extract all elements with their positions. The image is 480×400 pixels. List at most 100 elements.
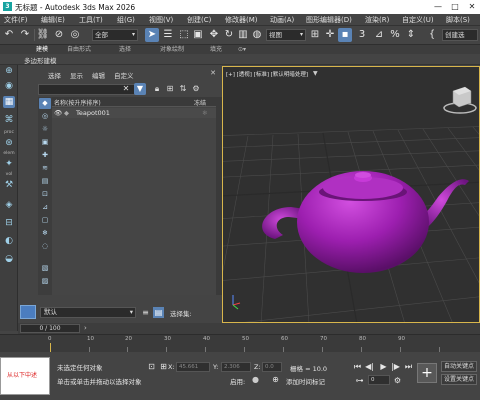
tab-modeling[interactable]: 建模 [36, 45, 48, 54]
display-helpers-icon[interactable]: ✚ [39, 150, 51, 161]
explorer-menu-display[interactable]: 显示 [70, 70, 83, 80]
isolate-selection-icon[interactable]: ⊡ [146, 361, 157, 372]
keyboard-shortcut-override-icon[interactable]: ▪ [338, 28, 352, 42]
go-to-end-icon[interactable]: ⏭ [403, 361, 414, 372]
menu-tools[interactable]: 工具(T) [79, 15, 103, 25]
minimize-button[interactable]: — [432, 1, 444, 12]
edit-named-selection-icon[interactable]: { [425, 28, 439, 42]
menu-modifiers[interactable]: 修改器(M) [225, 15, 258, 25]
explorer-list-area[interactable] [52, 118, 216, 295]
frozen-toggle-icon[interactable]: ❄ [202, 109, 207, 117]
polygon-modeling-label[interactable]: 多边形建模 [24, 55, 57, 65]
window-crossing-icon[interactable]: ▣ [191, 28, 205, 42]
undo-icon[interactable]: ↶ [2, 28, 16, 42]
current-frame-marker[interactable] [50, 343, 51, 352]
add-key-button[interactable]: + [417, 363, 437, 383]
scene-explorer-icon[interactable]: ▦ [3, 96, 15, 108]
display-groups-icon[interactable]: ▤ [39, 176, 51, 187]
tool-b-icon[interactable]: ⊟ [3, 217, 15, 229]
redo-icon[interactable]: ↷ [18, 28, 32, 42]
select-by-name-icon[interactable]: ☰ [161, 28, 175, 42]
display-all-icon[interactable]: ▧ [39, 263, 51, 274]
display-hidden-icon[interactable]: ◌ [39, 241, 51, 252]
utilities-icon[interactable]: ⚒ [3, 179, 15, 191]
table-row[interactable]: 👁︎ ◆ Teapot001 ❄ [52, 108, 216, 118]
time-config-icon[interactable]: ⚙ [392, 375, 403, 386]
select-and-scale-icon[interactable]: ▥ [236, 28, 250, 42]
hierarchy-toggle-icon[interactable]: ⊞ [164, 83, 176, 95]
sync-icon[interactable]: ⇅ [177, 83, 189, 95]
display-frozen-icon[interactable]: ❄ [39, 228, 51, 239]
spinner-snap-icon[interactable]: ⇕ [404, 28, 418, 42]
select-and-place-icon[interactable]: ◍ [250, 28, 264, 42]
play-icon[interactable]: ▶ [378, 361, 389, 372]
menu-customize[interactable]: 自定义(U) [402, 15, 434, 25]
select-object-icon[interactable]: ➤ [145, 28, 159, 42]
select-and-link-icon[interactable]: ⛓ [36, 28, 50, 42]
coord-y-field[interactable]: 2.306 [221, 362, 251, 372]
lock-icon[interactable]: 🔒︎ [151, 83, 163, 95]
coord-z-field[interactable]: 0.0 [262, 362, 282, 372]
viewport-filter-icon[interactable]: ▼ [313, 70, 318, 77]
hierarchy-icon[interactable]: ⌘ [3, 114, 15, 126]
previous-frame-icon[interactable]: ◀| [364, 361, 375, 372]
current-frame-field[interactable]: 0 [368, 375, 390, 385]
explorer-menu-edit[interactable]: 编辑 [92, 70, 105, 80]
time-tag-icon[interactable]: ⊕ [270, 374, 281, 385]
visibility-eye-icon[interactable]: 👁︎ [54, 109, 62, 117]
display-bones-icon[interactable]: ⊿ [39, 202, 51, 213]
enable-toggle-icon[interactable]: ● [250, 374, 261, 385]
selection-set-icon[interactable]: ▤ [153, 307, 164, 318]
display-none-icon[interactable]: ▨ [39, 276, 51, 287]
column-name-header[interactable]: 名称(按升序排序) [54, 98, 101, 107]
display-cameras-icon[interactable]: ▣ [39, 137, 51, 148]
layers-stack-icon[interactable]: ≡ [140, 307, 151, 318]
layer-explorer-button[interactable] [20, 305, 36, 319]
snaps-toggle-icon[interactable]: 3 [355, 28, 369, 42]
pivot-center-icon[interactable]: ⊞ [308, 28, 322, 42]
menu-views[interactable]: 视图(V) [149, 15, 173, 25]
time-slider[interactable]: 0 / 100 › [18, 323, 480, 334]
tab-selection[interactable]: 选择 [119, 45, 131, 54]
selection-filter-dropdown[interactable]: 全部 ▾ [92, 29, 138, 41]
select-and-move-icon[interactable]: ✥ [207, 28, 221, 42]
explorer-close-icon[interactable]: ✕ [210, 69, 216, 77]
menu-graph-editors[interactable]: 图形编辑器(D) [306, 15, 352, 25]
menu-group[interactable]: 组(G) [117, 15, 135, 25]
create-panel-icon[interactable]: ⊕ [3, 65, 15, 77]
bind-to-space-warp-icon[interactable]: ◎ [68, 28, 82, 42]
display-icon[interactable]: ✦ [3, 158, 15, 170]
set-key-button[interactable]: 设置关键点 [441, 374, 477, 385]
tool-c-icon[interactable]: ◐ [3, 235, 15, 247]
viewport-label[interactable]: [+] [透视] [标准] [默认明暗处理] [226, 70, 308, 78]
display-shapes-icon[interactable]: ◎ [39, 111, 51, 122]
next-frame-icon[interactable]: |▶ [390, 361, 401, 372]
tab-freeform[interactable]: 自由形式 [67, 45, 91, 54]
add-time-tag[interactable]: 添加时间标记 [286, 376, 325, 386]
column-frozen-header[interactable]: 冻结 [194, 98, 206, 107]
modify-panel-icon[interactable]: ◉ [3, 80, 15, 92]
tab-object-paint[interactable]: 对象绘制 [160, 45, 184, 54]
explorer-options-icon[interactable]: ⚙ [190, 83, 202, 95]
viewcube-icon[interactable] [443, 86, 477, 114]
maximize-button[interactable]: □ [449, 1, 461, 12]
clear-search-icon[interactable]: ✕ [120, 83, 132, 95]
angle-snap-icon[interactable]: ⊿ [372, 28, 386, 42]
named-selection-dropdown[interactable]: 创建选 [442, 29, 478, 41]
filter-funnel-icon[interactable]: ▼ [134, 83, 146, 95]
auto-key-button[interactable]: 自动关键点 [441, 361, 477, 372]
menu-scripting[interactable]: 脚本(S) [446, 15, 470, 25]
display-xrefs-icon[interactable]: ⊡ [39, 189, 51, 200]
rectangular-selection-icon[interactable]: ⬚ [177, 28, 191, 42]
percent-snap-icon[interactable]: % [388, 28, 402, 42]
explorer-menu-select[interactable]: 选择 [48, 70, 61, 80]
key-mode-icon[interactable]: ⊶ [354, 375, 365, 386]
track-bar[interactable]: 0 10 20 30 40 50 60 70 80 90 [0, 334, 480, 352]
menu-rendering[interactable]: 渲染(R) [365, 15, 389, 25]
tab-populate[interactable]: 填充 [210, 45, 222, 54]
select-and-rotate-icon[interactable]: ↻ [222, 28, 236, 42]
layer-dropdown[interactable]: 默认 ▾ [40, 307, 136, 318]
go-to-start-icon[interactable]: ⏮ [352, 361, 363, 372]
motion-icon[interactable]: ⊛ [3, 137, 15, 149]
explorer-menu-customize[interactable]: 自定义 [114, 70, 134, 80]
